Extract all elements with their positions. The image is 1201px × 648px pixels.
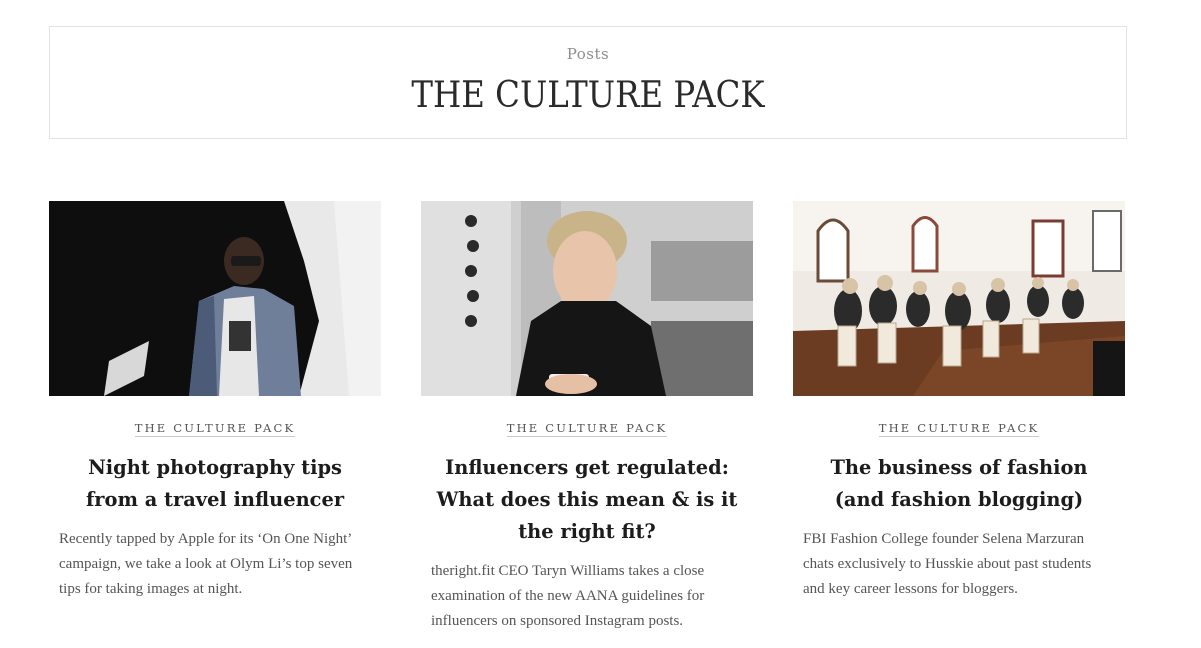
post-category-label[interactable]: THE CULTURE PACK [134,421,296,437]
post-card: THE CULTURE PACK Night photography tips … [49,201,381,602]
post-category-link[interactable]: THE CULTURE PACK [793,421,1125,437]
archive-header: Posts THE CULTURE PACK [49,26,1127,139]
post-excerpt: Recently tapped by Apple for its ‘On One… [59,531,353,597]
post-thumbnail-man-portrait[interactable] [49,201,381,396]
post-category-label[interactable]: THE CULTURE PACK [506,421,668,437]
archive-kicker: Posts [566,45,610,63]
post-thumbnail-event-audience[interactable] [793,201,1125,396]
post-category-label[interactable]: THE CULTURE PACK [878,421,1040,437]
page-title: THE CULTURE PACK [411,75,765,116]
post-card: THE CULTURE PACK The business of fashion… [793,201,1125,602]
post-excerpt: theright.fit CEO Taryn Williams takes a … [431,563,705,629]
post-category-link[interactable]: THE CULTURE PACK [421,421,753,437]
post-grid: THE CULTURE PACK Night photography tips … [49,201,1129,629]
post-title-link[interactable]: Night photography tips from a travel inf… [62,451,369,515]
post-thumbnail-woman-phone[interactable] [421,201,753,396]
post-category-link[interactable]: THE CULTURE PACK [49,421,381,437]
post-card: THE CULTURE PACK Influencers get regulat… [421,201,753,634]
post-title-link[interactable]: Influencers get regulated: What does thi… [434,451,741,547]
post-title-link[interactable]: The business of fashion (and fashion blo… [806,451,1113,515]
post-excerpt: FBI Fashion College founder Selena Marzu… [803,531,1092,597]
